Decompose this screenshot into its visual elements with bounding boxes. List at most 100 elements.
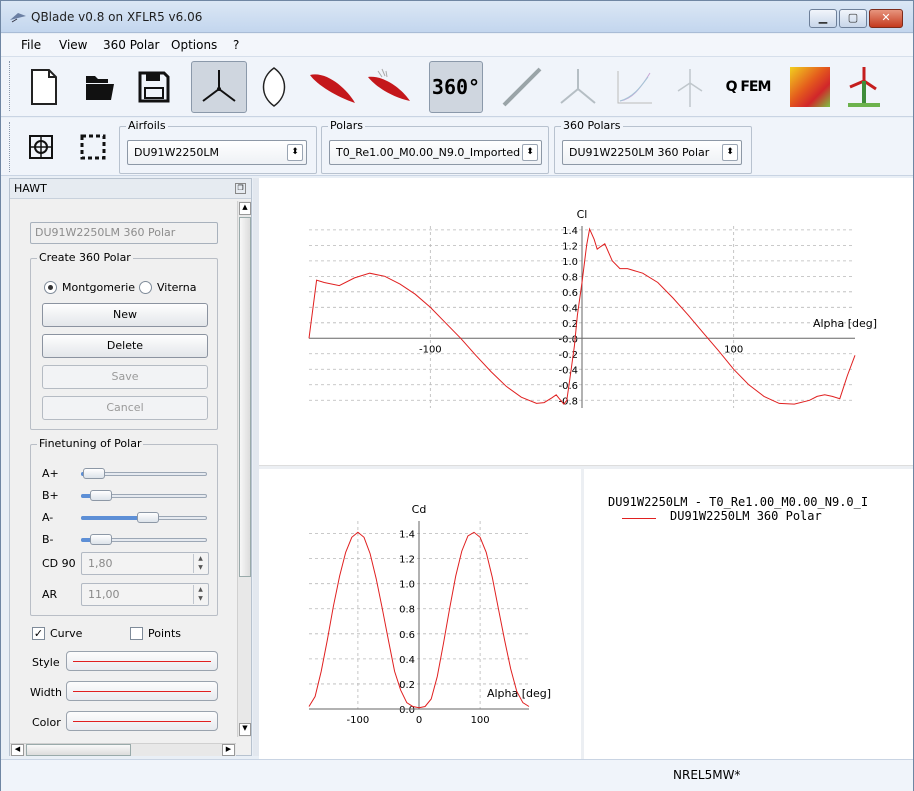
y-tick-label: 0.8: [399, 605, 415, 616]
y-tick-label: 1.0: [562, 257, 578, 268]
turbine-grey-icon: [677, 69, 703, 107]
status-bar: NREL5MW*: [1, 759, 913, 791]
y-tick-label: -0.4: [558, 365, 578, 376]
cd-graph-panel[interactable]: 1.4 1.2 1.0 0.8 0.6 0.4 0.2 0.0 -100 0 100 Cd Alpha …: [259, 469, 581, 759]
new-file-button[interactable]: [19, 61, 69, 113]
slider-handle[interactable]: [137, 512, 159, 523]
close-button[interactable]: ✕: [869, 9, 903, 28]
new-button[interactable]: New: [42, 303, 208, 327]
menu-options[interactable]: Options: [171, 38, 217, 52]
ar-value: 11,00: [88, 588, 120, 601]
y-tick-label: -0.2: [558, 350, 578, 361]
window-title: QBlade v0.8 on XFLR5 v6.06: [31, 10, 203, 24]
y-tick-label: 0.2: [399, 680, 415, 691]
maximize-button[interactable]: ▢: [839, 9, 867, 28]
points-checkbox[interactable]: [130, 627, 143, 640]
qblade-window: QBlade v0.8 on XFLR5 v6.06 ▁ ▢ ✕ File Vi…: [0, 0, 914, 791]
scroll-right-icon[interactable]: ▶: [222, 744, 235, 756]
y-tick-label: 1.0: [399, 580, 415, 591]
legend-title: DU91W2250LM - T0_Re1.00_M0.00_N9.0_I: [608, 495, 869, 509]
panel-horizontal-scrollbar[interactable]: ◀ ▶: [10, 743, 236, 756]
x-tick-label: 100: [724, 344, 743, 355]
save-button[interactable]: [129, 61, 179, 113]
title-bar: QBlade v0.8 on XFLR5 v6.06 ▁ ▢ ✕: [1, 1, 913, 33]
points-label: Points: [148, 627, 182, 640]
rotor-icon: [202, 70, 236, 102]
blade-icon: [502, 67, 542, 107]
montgomerie-label: Montgomerie: [62, 281, 136, 294]
width-selector[interactable]: [66, 681, 218, 701]
minimize-button[interactable]: ▁: [809, 9, 837, 28]
open-folder-button[interactable]: [75, 61, 125, 113]
dock-title: HAWT: [14, 182, 47, 195]
toolbar-grip[interactable]: [9, 122, 13, 172]
float-icon[interactable]: ❐: [235, 183, 246, 194]
style-selector[interactable]: [66, 651, 218, 671]
scroll-thumb[interactable]: [239, 217, 251, 577]
curve-label: Curve: [50, 627, 83, 640]
zoom-rect-button[interactable]: [71, 121, 115, 173]
red-airfoil-icon: [310, 74, 355, 103]
multi-parameter-button[interactable]: [609, 61, 659, 113]
x-tick-label: -100: [347, 715, 370, 726]
color-line-preview: [73, 721, 211, 722]
viterna-radio[interactable]: [139, 281, 152, 294]
rotor-simulation-button[interactable]: [553, 61, 603, 113]
cancel-button[interactable]: Cancel: [42, 396, 208, 420]
slider-handle[interactable]: [90, 490, 112, 501]
polar360-select[interactable]: DU91W2250LM 360 Polar ⬍: [562, 140, 742, 165]
panel-vertical-scrollbar[interactable]: ▲ ▼: [237, 201, 251, 737]
slider-handle[interactable]: [83, 468, 105, 479]
scroll-up-icon[interactable]: ▲: [239, 202, 251, 215]
finetuning-title: Finetuning of Polar: [37, 437, 144, 450]
turbine-simulation-button[interactable]: [665, 61, 715, 113]
xfoil-analysis-button[interactable]: [363, 61, 413, 113]
spin-arrows-icon[interactable]: ▲ ▼: [193, 554, 207, 573]
x-tick-label: 100: [471, 715, 490, 726]
polars-group: Polars T0_Re1.00_M0.00_N9.0_Imported ⬍: [321, 119, 549, 174]
project-name: NREL5MW*: [673, 768, 741, 782]
y-axis-label: Cd: [412, 503, 427, 516]
delete-button[interactable]: Delete: [42, 334, 208, 358]
qfem-button[interactable]: Q FEM: [723, 61, 773, 113]
wind-turbine-button[interactable]: [839, 61, 889, 113]
zoom-center-button[interactable]: [19, 121, 63, 173]
menu-view[interactable]: View: [59, 38, 87, 52]
hawt-rotor-button[interactable]: [191, 61, 247, 113]
airfoil-select[interactable]: DU91W2250LM ⬍: [127, 140, 307, 165]
scroll-left-icon[interactable]: ◀: [11, 744, 24, 756]
y-axis-label: Cl: [577, 208, 588, 221]
curve-checkbox[interactable]: ✓: [32, 627, 45, 640]
y-tick-label: 1.4: [399, 530, 415, 541]
hscroll-thumb[interactable]: [26, 744, 131, 756]
360-extrapolation-button[interactable]: 360°: [429, 61, 483, 113]
y-tick-label: 0.6: [399, 630, 415, 641]
heat-map-button[interactable]: [785, 61, 835, 113]
menu-360-polar[interactable]: 360 Polar: [103, 38, 160, 52]
x-axis-label: Alpha [deg]: [487, 687, 551, 700]
montgomerie-radio[interactable]: [44, 281, 57, 294]
airfoil-outline-icon: [262, 67, 286, 107]
qblade-app-icon: [10, 13, 26, 23]
heat-map-icon: [790, 67, 830, 107]
new-file-icon: [31, 69, 57, 105]
spin-arrows-icon[interactable]: ▲ ▼: [193, 585, 207, 604]
slider-handle[interactable]: [90, 534, 112, 545]
blade-design-button[interactable]: [497, 61, 547, 113]
cd90-spinbox[interactable]: 1,80 ▲ ▼: [81, 552, 209, 575]
polar-select[interactable]: T0_Re1.00_M0.00_N9.0_Imported ⬍: [329, 140, 542, 165]
color-selector[interactable]: [66, 711, 218, 731]
airfoil-select-value: DU91W2250LM: [134, 146, 220, 159]
airfoils-group: Airfoils DU91W2250LM ⬍: [119, 119, 317, 174]
y-tick-label: 0.4: [399, 655, 415, 666]
toolbar-grip[interactable]: [9, 61, 13, 111]
airfoil-design-button[interactable]: [307, 61, 357, 113]
menu-file[interactable]: File: [21, 38, 41, 52]
polar-name-field[interactable]: DU91W2250LM 360 Polar: [30, 222, 218, 244]
cl-graph-panel[interactable]: 1.4 1.2 1.0 0.8 0.6 0.4 0.2 -0.0 -0.2 -0.4 -0.6 -0.…: [259, 178, 913, 466]
scroll-down-icon[interactable]: ▼: [239, 723, 251, 736]
save-polar-button[interactable]: Save: [42, 365, 208, 389]
ar-spinbox[interactable]: 11,00 ▲ ▼: [81, 583, 209, 606]
airfoil-shape-button[interactable]: [249, 61, 299, 113]
menu-help[interactable]: ?: [233, 38, 239, 52]
